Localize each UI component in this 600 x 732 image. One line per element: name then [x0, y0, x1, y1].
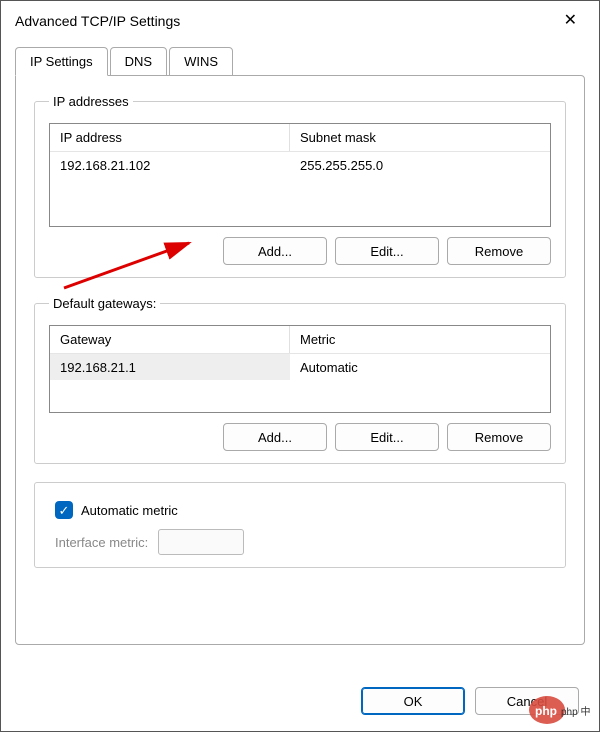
- dialog-window: Advanced TCP/IP Settings ✕ IP Settings D…: [0, 0, 600, 732]
- automatic-metric-checkbox[interactable]: ✓: [55, 501, 73, 519]
- checkmark-icon: ✓: [59, 504, 70, 517]
- ip-address-list[interactable]: IP address Subnet mask 192.168.21.102 25…: [49, 123, 551, 227]
- tab-panel-ip-settings: IP addresses IP address Subnet mask 192.…: [15, 75, 585, 645]
- interface-metric-row: Interface metric:: [55, 529, 551, 555]
- tab-strip: IP Settings DNS WINS: [15, 47, 585, 76]
- gateway-edit-button[interactable]: Edit...: [335, 423, 439, 451]
- ip-add-button[interactable]: Add...: [223, 237, 327, 265]
- automatic-metric-row[interactable]: ✓ Automatic metric: [55, 501, 551, 519]
- gateway-add-button[interactable]: Add...: [223, 423, 327, 451]
- tab-wins[interactable]: WINS: [169, 47, 233, 76]
- gateway-value: 192.168.21.1: [50, 354, 290, 380]
- col-ip-address: IP address: [50, 124, 290, 151]
- col-gateway: Gateway: [50, 326, 290, 353]
- gateway-list-header: Gateway Metric: [50, 326, 550, 354]
- group-gateways-legend: Default gateways:: [49, 296, 160, 311]
- col-metric: Metric: [290, 326, 550, 353]
- subnet-mask-value: 255.255.255.0: [290, 152, 550, 178]
- ip-remove-button[interactable]: Remove: [447, 237, 551, 265]
- gateway-list-row[interactable]: 192.168.21.1 Automatic: [50, 354, 550, 380]
- group-ip-addresses-legend: IP addresses: [49, 94, 133, 109]
- gateway-list[interactable]: Gateway Metric 192.168.21.1 Automatic: [49, 325, 551, 413]
- ip-address-value: 192.168.21.102: [50, 152, 290, 178]
- gateway-metric-value: Automatic: [290, 354, 550, 380]
- ok-button[interactable]: OK: [361, 687, 465, 715]
- tab-ip-settings[interactable]: IP Settings: [15, 47, 108, 76]
- interface-metric-label: Interface metric:: [55, 535, 148, 550]
- ip-button-row: Add... Edit... Remove: [49, 237, 551, 265]
- group-default-gateways: Default gateways: Gateway Metric 192.168…: [34, 296, 566, 464]
- tab-dns[interactable]: DNS: [110, 47, 167, 76]
- ip-list-header: IP address Subnet mask: [50, 124, 550, 152]
- automatic-metric-label: Automatic metric: [81, 503, 178, 518]
- content-area: IP Settings DNS WINS IP addresses IP add…: [1, 41, 599, 645]
- window-title: Advanced TCP/IP Settings: [15, 13, 180, 29]
- group-metric: ✓ Automatic metric Interface metric:: [34, 482, 566, 568]
- group-ip-addresses: IP addresses IP address Subnet mask 192.…: [34, 94, 566, 278]
- close-icon[interactable]: ✕: [556, 9, 585, 33]
- titlebar: Advanced TCP/IP Settings ✕: [1, 1, 599, 41]
- gateway-remove-button[interactable]: Remove: [447, 423, 551, 451]
- gateway-button-row: Add... Edit... Remove: [49, 423, 551, 451]
- cancel-button[interactable]: Cancel: [475, 687, 579, 715]
- dialog-footer: OK Cancel: [361, 687, 579, 715]
- ip-list-row[interactable]: 192.168.21.102 255.255.255.0: [50, 152, 550, 178]
- col-subnet-mask: Subnet mask: [290, 124, 550, 151]
- ip-edit-button[interactable]: Edit...: [335, 237, 439, 265]
- interface-metric-input[interactable]: [158, 529, 244, 555]
